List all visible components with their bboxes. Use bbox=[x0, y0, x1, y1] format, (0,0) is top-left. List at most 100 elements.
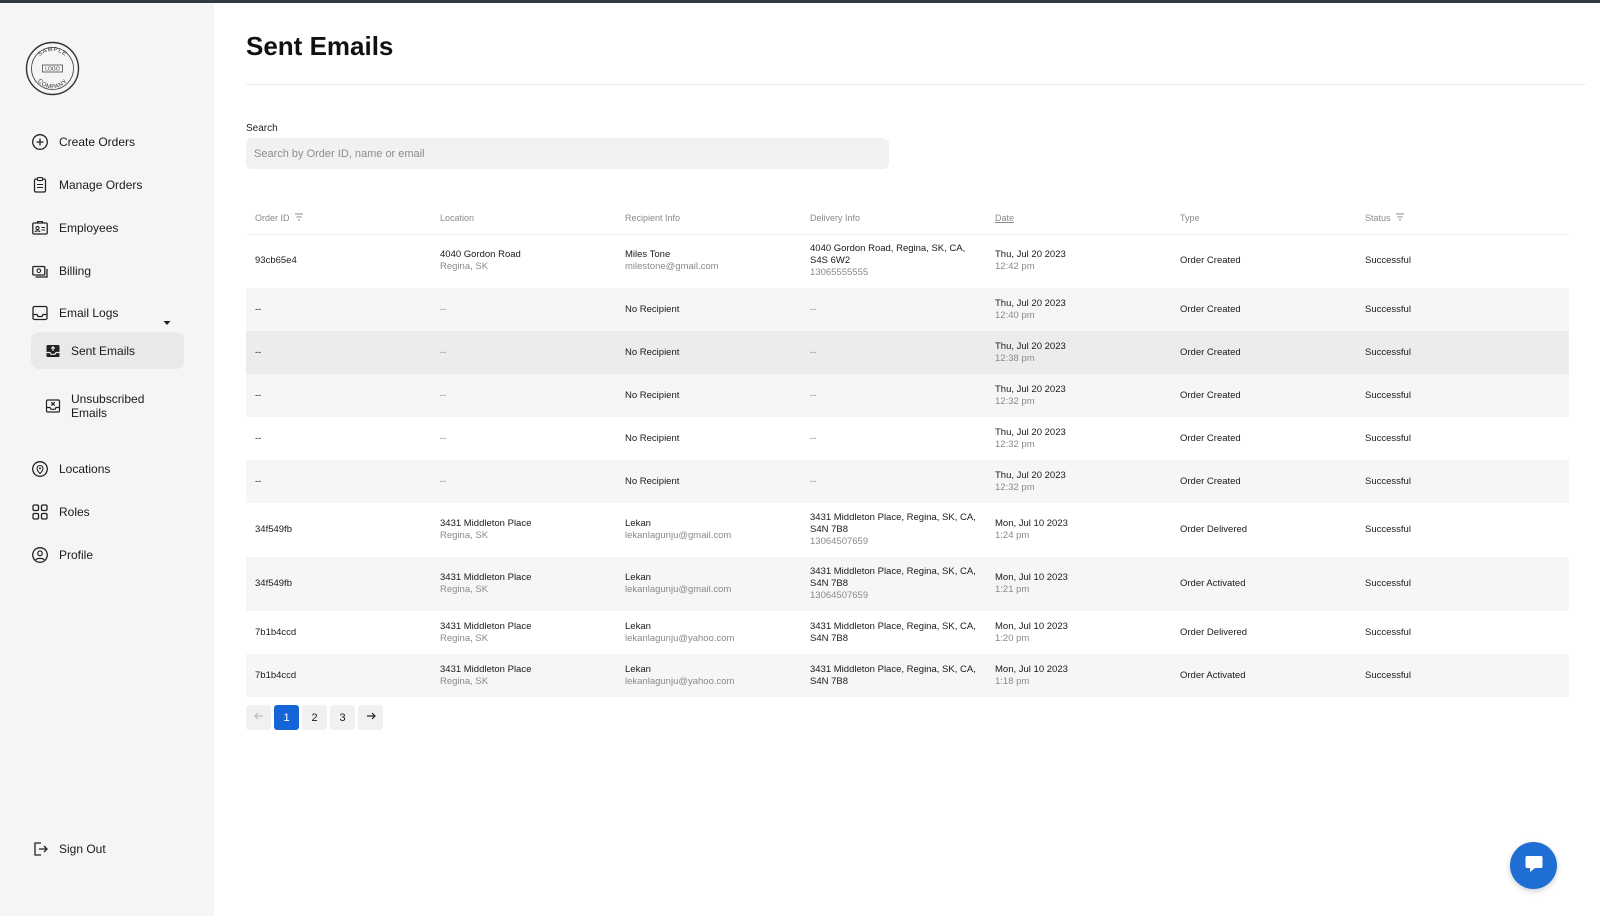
sidebar-item-manage-orders[interactable]: Manage Orders bbox=[31, 172, 142, 198]
table-row[interactable]: -- -- No Recipient -- Thu, Jul 20 2023 12… bbox=[246, 374, 1569, 417]
date-time: 1:24 pm bbox=[995, 530, 1030, 541]
sidebar: SAMPLE LOGO COMPANY Create Orders Manage… bbox=[0, 3, 214, 916]
table-row[interactable]: 7b1b4ccd 3431 Middleton Place Regina, SK … bbox=[246, 611, 1569, 654]
table-header-row: Order ID Location Recipient Info Deliver… bbox=[246, 202, 1569, 235]
cell-location: 4040 Gordon Road Regina, SK bbox=[431, 234, 616, 288]
sidebar-item-label: Manage Orders bbox=[59, 178, 143, 192]
chat-support-button[interactable] bbox=[1510, 842, 1557, 889]
cell-delivery: -- bbox=[801, 288, 986, 331]
sidebar-item-create-orders[interactable]: Create Orders bbox=[31, 129, 135, 155]
delivery-postal: S4N 7B8 bbox=[810, 675, 849, 687]
sign-out-icon bbox=[31, 840, 49, 858]
recipient-name: No Recipient bbox=[625, 346, 680, 358]
cell-delivery: -- bbox=[801, 460, 986, 503]
recipient-email: lekanlagunju@gmail.com bbox=[625, 584, 732, 595]
recipient-name: Lekan bbox=[625, 620, 651, 632]
cell-type: Order Delivered bbox=[1180, 626, 1248, 638]
date-time: 1:20 pm bbox=[995, 632, 1030, 644]
sidebar-subitem-label-line2: Emails bbox=[71, 406, 108, 420]
date-time: 12:32 pm bbox=[995, 395, 1035, 407]
chevron-down-icon[interactable] bbox=[162, 315, 172, 325]
column-header-date[interactable]: Date bbox=[986, 202, 1171, 235]
next-page-button[interactable] bbox=[358, 705, 383, 730]
page-button-1[interactable]: 1 bbox=[274, 705, 299, 730]
cell-date: Mon, Jul 10 2023 1:18 pm bbox=[986, 654, 1171, 697]
sidebar-item-employees[interactable]: Employees bbox=[31, 215, 118, 241]
pagination: 1 2 3 bbox=[246, 705, 383, 730]
date-time: 1:21 pm bbox=[995, 584, 1030, 595]
location-line1: 3431 Middleton Place bbox=[440, 663, 532, 675]
sign-out-button[interactable]: Sign Out bbox=[31, 836, 106, 862]
column-header-status[interactable]: Status bbox=[1356, 202, 1569, 235]
cell-status: Successful bbox=[1365, 255, 1411, 267]
cell-status: Successful bbox=[1365, 578, 1411, 589]
cell-order-id: -- bbox=[255, 303, 262, 315]
filter-icon[interactable] bbox=[294, 213, 304, 223]
date-day: Thu, Jul 20 2023 bbox=[995, 383, 1066, 395]
cell-date: Thu, Jul 20 2023 12:32 pm bbox=[986, 460, 1171, 503]
date-time: 1:18 pm bbox=[995, 675, 1030, 687]
table-row[interactable]: 93cb65e4 4040 Gordon Road Regina, SK Mile… bbox=[246, 234, 1569, 288]
delivery-phone: 13065555555 bbox=[810, 267, 869, 279]
location-line1: 3431 Middleton Place bbox=[440, 620, 532, 632]
cell-status: Successful bbox=[1365, 669, 1411, 681]
cell-date: Thu, Jul 20 2023 12:40 pm bbox=[986, 288, 1171, 331]
date-time: 12:42 pm bbox=[995, 261, 1035, 273]
cell-type: Order Created bbox=[1180, 475, 1241, 487]
table-row[interactable]: -- -- No Recipient -- Thu, Jul 20 2023 12… bbox=[246, 417, 1569, 460]
delivery-postal: S4N 7B8 bbox=[810, 578, 849, 589]
cell-location: -- bbox=[431, 417, 616, 460]
sidebar-item-locations[interactable]: Locations bbox=[31, 456, 110, 482]
cell-date: Thu, Jul 20 2023 12:38 pm bbox=[986, 331, 1171, 374]
cell-order-id: -- bbox=[255, 432, 262, 444]
table-row[interactable]: -- -- No Recipient -- Thu, Jul 20 2023 12… bbox=[246, 460, 1569, 503]
page-button-3[interactable]: 3 bbox=[330, 705, 355, 730]
cell-date: Mon, Jul 10 2023 1:24 pm bbox=[986, 503, 1171, 557]
column-header-delivery-info: Delivery Info bbox=[801, 202, 986, 235]
location-line1: 3431 Middleton Place bbox=[440, 572, 532, 583]
location-line1: -- bbox=[440, 432, 447, 444]
cell-order-id: 93cb65e4 bbox=[255, 255, 297, 267]
search-input[interactable] bbox=[246, 138, 889, 169]
date-day: Mon, Jul 10 2023 bbox=[995, 518, 1068, 529]
company-logo[interactable]: SAMPLE LOGO COMPANY bbox=[25, 41, 80, 96]
date-day: Thu, Jul 20 2023 bbox=[995, 249, 1066, 261]
sidebar-subitem-unsubscribed-emails[interactable]: Unsubscribed Emails bbox=[31, 387, 184, 425]
sidebar-subitem-sent-emails[interactable]: Sent Emails bbox=[31, 332, 184, 369]
sidebar-item-profile[interactable]: Profile bbox=[31, 542, 93, 568]
table-row[interactable]: -- -- No Recipient -- Thu, Jul 20 2023 12… bbox=[246, 331, 1569, 374]
cell-status: Successful bbox=[1365, 346, 1411, 358]
table-row[interactable]: 7b1b4ccd 3431 Middleton Place Regina, SK … bbox=[246, 654, 1569, 697]
cell-location: 3431 Middleton Place Regina, SK bbox=[431, 557, 616, 611]
sidebar-item-roles[interactable]: Roles bbox=[31, 499, 90, 525]
cell-status: Successful bbox=[1365, 475, 1411, 487]
table-row[interactable]: -- -- No Recipient -- Thu, Jul 20 2023 12… bbox=[246, 288, 1569, 331]
date-time: 12:32 pm bbox=[995, 481, 1035, 493]
cell-order-id: -- bbox=[255, 346, 262, 358]
location-line1: -- bbox=[440, 389, 447, 401]
cell-recipient: Lekan lekanlagunju@gmail.com bbox=[616, 503, 801, 557]
cell-order-id: 34f549fb bbox=[255, 524, 292, 535]
logo-text-top: SAMPLE bbox=[37, 47, 67, 58]
page-button-2[interactable]: 2 bbox=[302, 705, 327, 730]
sidebar-item-label: Create Orders bbox=[59, 135, 136, 149]
table-row[interactable]: 34f549fb 3431 Middleton Place Regina, SK … bbox=[246, 557, 1569, 611]
cell-location: -- bbox=[431, 331, 616, 374]
location-line2: Regina, SK bbox=[440, 530, 489, 541]
column-header-order-id[interactable]: Order ID bbox=[246, 202, 431, 235]
delivery-address: -- bbox=[810, 346, 817, 358]
recipient-email: lekanlagunju@yahoo.com bbox=[625, 632, 735, 644]
date-day: Mon, Jul 10 2023 bbox=[995, 572, 1068, 583]
sidebar-item-billing[interactable]: Billing bbox=[31, 258, 91, 284]
delivery-address: -- bbox=[810, 432, 817, 444]
filter-icon[interactable] bbox=[1395, 213, 1405, 223]
sidebar-item-email-logs[interactable]: Email Logs bbox=[31, 300, 118, 326]
logo-text-bottom: COMPANY bbox=[36, 78, 68, 90]
prev-page-button[interactable] bbox=[246, 705, 271, 730]
table-row[interactable]: 34f549fb 3431 Middleton Place Regina, SK … bbox=[246, 503, 1569, 557]
recipient-email: lekanlagunju@yahoo.com bbox=[625, 675, 735, 687]
location-pin-icon bbox=[31, 460, 49, 478]
cell-location: 3431 Middleton Place Regina, SK bbox=[431, 611, 616, 654]
chat-bubble-icon bbox=[1522, 851, 1546, 880]
date-day: Thu, Jul 20 2023 bbox=[995, 469, 1066, 481]
